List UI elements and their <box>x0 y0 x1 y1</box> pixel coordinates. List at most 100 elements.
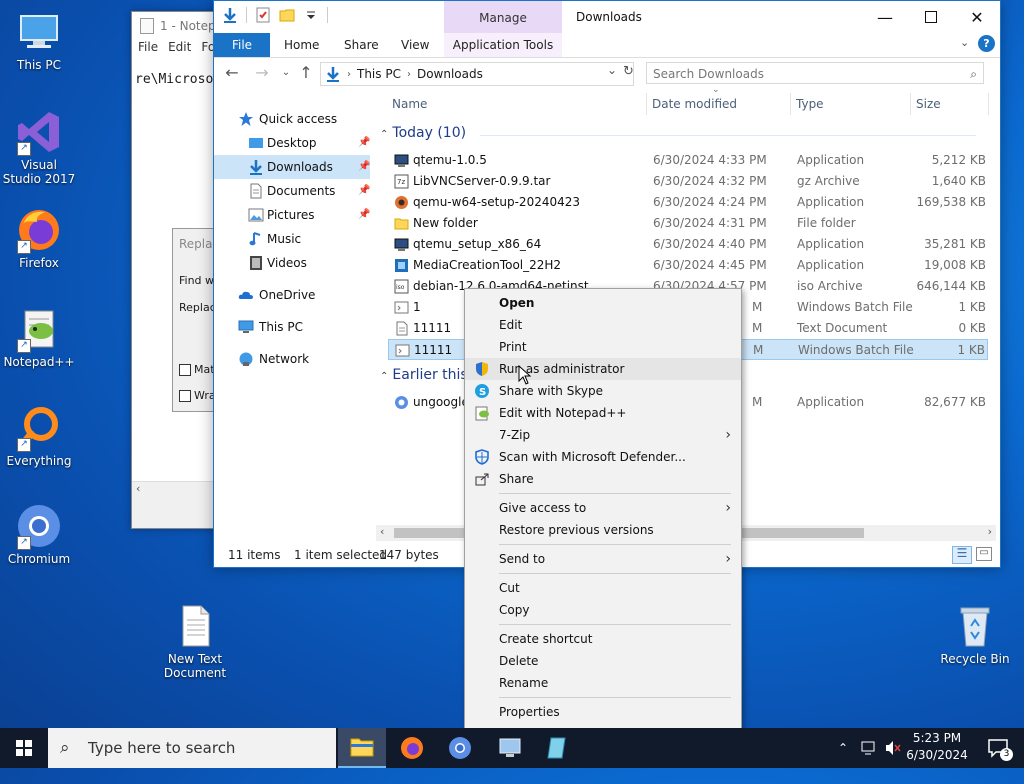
breadcrumb-this-pc[interactable]: This PC <box>357 67 401 81</box>
file-row[interactable]: 7z LibVNCServer-0.9.9.tar 6/30/2024 4:32… <box>388 171 988 192</box>
column-header-size[interactable]: Size <box>916 97 941 111</box>
taskbar-file-explorer[interactable] <box>338 728 386 768</box>
help-icon[interactable]: ? <box>978 35 995 52</box>
menu-item-rename[interactable]: Rename <box>465 672 741 694</box>
menu-item-edit-with-notepad-plus-plus[interactable]: Edit with Notepad++ <box>465 402 741 424</box>
match-case-checkbox[interactable]: Mat <box>179 363 215 376</box>
back-button[interactable]: ← <box>222 63 242 83</box>
group-header-today[interactable]: ⌃ Today (10) <box>380 125 980 141</box>
tab-home[interactable]: Home <box>284 33 319 57</box>
menu-item-scan-defender[interactable]: Scan with Microsoft Defender... <box>465 446 741 468</box>
menu-item-send-to[interactable]: Send to › <box>465 548 741 570</box>
nav-downloads[interactable]: Downloads 📌 <box>214 155 370 179</box>
menu-item-run-as-administrator[interactable]: Run as administrator <box>465 358 741 380</box>
menu-edit[interactable]: Edit <box>168 40 191 60</box>
new-folder-icon[interactable] <box>279 7 295 23</box>
tab-application-tools[interactable]: Application Tools <box>444 33 562 57</box>
customize-toolbar-icon[interactable] <box>303 7 319 23</box>
file-row[interactable]: qtemu_setup_x86_64 6/30/2024 4:40 PM App… <box>388 234 988 255</box>
menu-item-cut[interactable]: Cut <box>465 577 741 599</box>
action-center-button[interactable]: 3 <box>976 728 1020 768</box>
replace-with-label: Replac <box>179 301 216 314</box>
scroll-left-icon[interactable]: ‹ <box>136 482 140 495</box>
maximize-button[interactable] <box>908 1 954 33</box>
menu-item-create-shortcut[interactable]: Create shortcut <box>465 628 741 650</box>
download-arrow-icon[interactable] <box>222 7 238 23</box>
menu-item-7-zip[interactable]: 7-Zip › <box>465 424 741 446</box>
desktop-icon-recycle-bin[interactable]: Recycle Bin <box>937 602 1013 666</box>
tab-view[interactable]: View <box>401 33 429 57</box>
address-history-chevron-icon[interactable]: ⌄ <box>607 63 617 77</box>
up-button[interactable]: ↑ <box>296 63 316 83</box>
nav-this-pc[interactable]: This PC <box>214 315 370 339</box>
taskbar-notepad[interactable] <box>534 728 582 768</box>
breadcrumb-downloads[interactable]: Downloads <box>417 67 483 81</box>
menu-item-restore-previous-versions[interactable]: Restore previous versions <box>465 519 741 541</box>
taskbar-chromium[interactable] <box>436 728 484 768</box>
system-clock[interactable]: 5:23 PM 6/30/2024 <box>900 730 974 764</box>
tab-file[interactable]: File <box>214 33 270 57</box>
menu-item-edit[interactable]: Edit <box>465 314 741 336</box>
nav-network[interactable]: Network <box>214 347 370 371</box>
nav-quick-access[interactable]: Quick access <box>214 107 370 131</box>
menu-item-share-with-skype[interactable]: S Share with Skype <box>465 380 741 402</box>
scroll-left-icon[interactable]: ‹ <box>380 525 384 538</box>
desktop-icon-new-text-document[interactable]: New Text Document <box>157 602 233 680</box>
details-view-icon[interactable]: ☰ <box>952 546 972 564</box>
menu-item-properties[interactable]: Properties <box>465 701 741 723</box>
show-hidden-icons-chevron[interactable]: ⌃ <box>838 728 848 768</box>
desktop-icon-chromium[interactable]: ↗ Chromium <box>1 502 77 566</box>
desktop-icon-this-pc[interactable]: This PC <box>1 8 77 72</box>
tab-share[interactable]: Share <box>344 33 379 57</box>
properties-icon[interactable] <box>255 7 271 23</box>
menu-item-share[interactable]: Share <box>465 468 741 490</box>
pin-icon[interactable]: 📌 <box>358 203 370 227</box>
column-header-date-modified[interactable]: Date modified <box>652 97 737 111</box>
file-row[interactable]: qtemu-1.0.5 6/30/2024 4:33 PM Applicatio… <box>388 150 988 171</box>
wrap-around-checkbox[interactable]: Wra <box>179 389 216 402</box>
forward-button[interactable]: → <box>252 63 272 83</box>
taskbar-remote-desktop[interactable] <box>486 728 534 768</box>
search-icon: ⌕ <box>970 67 977 81</box>
menu-item-give-access-to[interactable]: Give access to › <box>465 497 741 519</box>
menu-item-open[interactable]: Open <box>465 292 741 314</box>
large-icons-view-icon[interactable]: ▭ <box>976 547 992 561</box>
recent-locations-button[interactable]: ⌄ <box>276 63 296 83</box>
nav-onedrive[interactable]: OneDrive <box>214 283 370 307</box>
manage-contextual-tab[interactable]: Manage <box>444 1 562 33</box>
nav-videos[interactable]: Videos <box>214 251 370 275</box>
menu-item-delete[interactable]: Delete <box>465 650 741 672</box>
desktop-icon-visual-studio[interactable]: ↗ Visual Studio 2017 <box>1 108 77 186</box>
nav-music[interactable]: Music <box>214 227 370 251</box>
column-header-name[interactable]: Name <box>392 97 427 111</box>
refresh-icon[interactable]: ↻ <box>623 64 634 79</box>
address-bar[interactable]: › This PC › Downloads ⌄ ↻ <box>320 62 634 86</box>
nav-desktop[interactable]: Desktop 📌 <box>214 131 370 155</box>
nav-documents[interactable]: Documents 📌 <box>214 179 370 203</box>
desktop-icon-firefox[interactable]: ↗ Firefox <box>1 206 77 270</box>
taskbar-firefox[interactable] <box>388 728 436 768</box>
pin-icon[interactable]: 📌 <box>358 179 370 203</box>
pin-icon[interactable]: 📌 <box>358 155 370 179</box>
menu-item-copy[interactable]: Copy <box>465 599 741 621</box>
network-status-icon[interactable] <box>860 728 878 768</box>
search-input[interactable]: Search Downloads ⌕ <box>646 62 984 84</box>
desktop-icon-label: Firefox <box>19 256 59 270</box>
menu-item-print[interactable]: Print <box>465 336 741 358</box>
nav-pictures[interactable]: Pictures 📌 <box>214 203 370 227</box>
menu-file[interactable]: File <box>138 40 158 60</box>
explorer-title-bar[interactable]: Manage Downloads — ✕ <box>214 1 1000 33</box>
file-row[interactable]: MediaCreationTool_22H2 6/30/2024 4:45 PM… <box>388 255 988 276</box>
minimize-button[interactable]: — <box>862 1 908 33</box>
pin-icon[interactable]: 📌 <box>358 131 370 155</box>
taskbar-search-box[interactable]: ⌕ Type here to search <box>48 728 336 768</box>
expand-ribbon-icon[interactable]: ⌄ <box>960 36 969 49</box>
close-button[interactable]: ✕ <box>954 1 1000 33</box>
column-header-type[interactable]: Type <box>796 97 824 111</box>
start-button[interactable] <box>0 728 48 768</box>
scroll-right-icon[interactable]: › <box>988 525 992 538</box>
file-row[interactable]: New folder 6/30/2024 4:31 PM File folder <box>388 213 988 234</box>
file-row[interactable]: qemu-w64-setup-20240423 6/30/2024 4:24 P… <box>388 192 988 213</box>
desktop-icon-notepad-plus-plus[interactable]: ↗ Notepad++ <box>1 305 77 369</box>
desktop-icon-everything[interactable]: ↗ Everything <box>1 404 77 468</box>
